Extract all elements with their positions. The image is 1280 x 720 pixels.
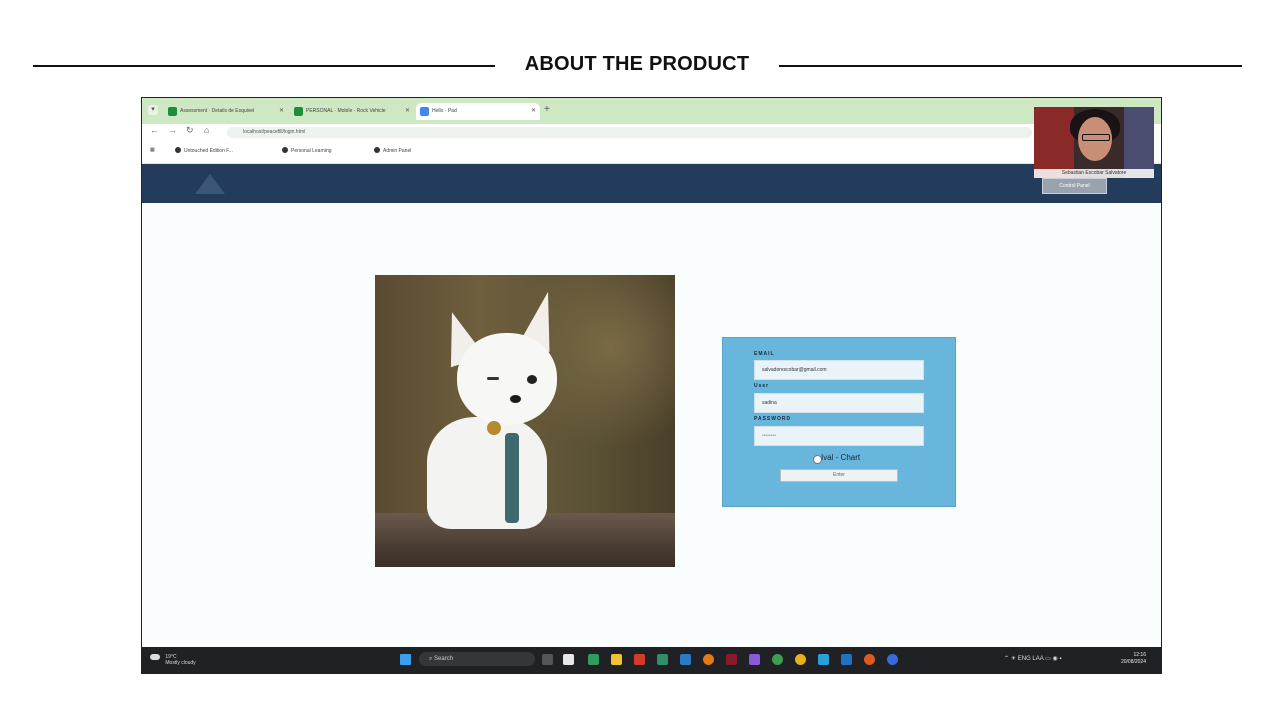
enter-button[interactable]: Enter [780,469,898,482]
user-label: User [754,383,770,389]
bookmark-icon [175,147,181,153]
windows-taskbar: 19°C Mostly cloudy ⌕ Search ⌃ ☀ ENG LAA … [142,647,1161,673]
forward-icon[interactable]: → [168,125,177,135]
app-icon[interactable] [726,654,737,665]
new-tab-icon[interactable]: + [544,104,550,115]
slide-title: ABOUT THE PRODUCT [524,53,750,75]
email-label: EMAIL [754,351,775,357]
taskbar-search[interactable]: ⌕ Search [419,652,535,666]
cloud-icon [150,654,160,660]
weather-text: Mostly cloudy [165,660,196,666]
heading-line-right [779,65,1242,67]
address-bar: ← → ↻ ⌂ localhost/peacefill/login.html [142,124,1161,141]
back-icon[interactable]: ← [150,125,159,135]
bookmark-item[interactable]: Personal Learning [282,147,332,154]
tab-label: Assessment · Details de Esquivel [180,108,255,114]
tab-favicon-icon [294,107,303,116]
email-field[interactable]: salvadorescobar@gmail.com [754,360,924,380]
login-form: EMAIL salvadorescobar@gmail.com User sad… [722,337,956,507]
webcam-overlay: Sebastian Escobar Salvatore [1034,107,1154,178]
taskbar-clock[interactable]: 12:16 20/08/2024 [1106,652,1146,666]
browser-tab[interactable]: Assessment · Details de Esquivel ✕ [164,103,288,120]
home-icon[interactable]: ⌂ [204,125,209,135]
bookmarks-bar: ▦ Untouched Edition F... Personal Learni… [142,141,1161,164]
header-button[interactable]: Control Panel [1042,178,1107,194]
windows-start-icon[interactable] [400,654,411,665]
app-icon[interactable] [563,654,574,665]
bookmark-item[interactable]: Untouched Edition F... [175,147,233,154]
form-link[interactable]: Ival - Chart [821,453,860,462]
password-label: PASSWORD [754,416,792,422]
app-icon[interactable] [887,654,898,665]
vscode-icon[interactable] [841,654,852,665]
app-icon[interactable] [864,654,875,665]
user-field[interactable]: sadina [754,393,924,413]
close-icon[interactable]: ✕ [405,103,410,120]
task-view-icon[interactable] [542,654,553,665]
folder-icon[interactable] [611,654,622,665]
password-field[interactable]: •••••••• [754,426,924,446]
app-icon[interactable] [634,654,645,665]
app-icon[interactable] [680,654,691,665]
app-icon[interactable] [703,654,714,665]
tab-label: Hello · Pad [432,108,457,114]
app-icon[interactable] [749,654,760,665]
browser-tab-bar: ▾ Assessment · Details de Esquivel ✕ PER… [142,98,1161,124]
bookmark-icon [282,147,288,153]
bookmark-icon [374,147,380,153]
site-logo-icon [195,174,225,194]
chrome-icon[interactable] [795,654,806,665]
bookmark-item[interactable]: Admin Panel [374,147,411,154]
tab-favicon-icon [420,107,429,116]
screen-recording: ▾ Assessment · Details de Esquivel ✕ PER… [141,97,1162,674]
app-icon[interactable] [588,654,599,665]
site-header [142,164,1161,203]
tab-search-icon[interactable]: ▾ [148,105,158,115]
close-icon[interactable]: ✕ [279,103,284,120]
browser-tab[interactable]: PERSONAL · Mobile · Rock Vehicle ✕ [290,103,414,120]
app-icon[interactable] [772,654,783,665]
heading-line-left [33,65,495,67]
presenter-name: Sebastian Escobar Salvatore [1034,169,1154,178]
browser-tab-active[interactable]: Hello · Pad ✕ [416,103,540,120]
url-input[interactable]: localhost/peacefill/login.html [227,127,1032,138]
tray-language: ENG LAA [1017,656,1044,662]
tab-label: PERSONAL · Mobile · Rock Vehicle [306,108,386,114]
dog-photo [375,275,675,567]
apps-icon[interactable]: ▦ [150,147,155,153]
app-icon[interactable] [657,654,668,665]
reload-icon[interactable]: ↻ [186,125,194,136]
app-icon[interactable] [818,654,829,665]
weather-widget[interactable]: 19°C Mostly cloudy [150,654,196,666]
tab-favicon-icon [168,107,177,116]
close-icon[interactable]: ✕ [531,103,536,120]
system-tray[interactable]: ⌃ ☀ ENG LAA ▭ ◉ ▪ [1004,655,1061,662]
